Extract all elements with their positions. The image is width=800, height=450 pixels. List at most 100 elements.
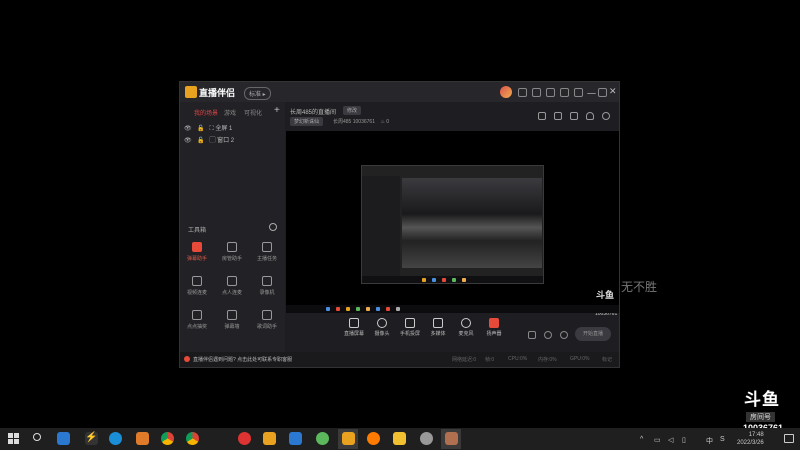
message-icon[interactable] (532, 88, 541, 97)
chrome-icon[interactable] (186, 432, 199, 445)
tool-video-link[interactable]: 视频连麦 (180, 276, 214, 300)
game-icon[interactable] (136, 432, 149, 445)
app-name: 直播伴侣 (199, 88, 236, 98)
search-icon[interactable] (33, 433, 41, 441)
douyu-live-icon[interactable] (445, 432, 458, 445)
add-scene-button[interactable]: + (274, 105, 280, 116)
mail-icon[interactable] (57, 432, 70, 445)
stream-preview[interactable]: 斗鱼 10036761 (286, 131, 619, 317)
tray-arrow-icon[interactable]: ^ (640, 436, 643, 443)
media-button[interactable]: 多媒体 (425, 318, 451, 337)
windows-start-icon[interactable] (8, 433, 20, 445)
nested-preview-image (361, 165, 544, 284)
status-bar: 直播伴侣遇到问题? 点击此处可联系专职客服 网络延迟:0 帧:0 CPU:0% … (180, 352, 619, 367)
menu-icon[interactable] (574, 88, 583, 97)
tool-anchor-task[interactable]: 主播任务 (250, 242, 284, 266)
close-icon[interactable]: ✕ (609, 86, 617, 97)
tab-games[interactable]: 游戏 (224, 108, 236, 117)
battery-icon[interactable]: ▯ (682, 436, 686, 444)
bell-icon[interactable] (586, 112, 594, 120)
notes-icon[interactable] (393, 432, 406, 445)
edit-icon[interactable] (289, 432, 302, 445)
fans-icon: ♨ (380, 119, 385, 125)
app-window: 直播伴侣 标准 ▸ ✕ 我的场景 游戏 可视化 + 👁 🔓 ⛶ 全屏 1 👁 🔓… (179, 81, 620, 368)
tab-visual[interactable]: 可视化 (244, 108, 262, 117)
stat-memory: 内存:0% (538, 357, 557, 363)
record-icon[interactable] (528, 331, 536, 339)
screen-icon (349, 318, 359, 328)
app-logo-icon (185, 86, 197, 98)
tool-point-link[interactable]: 点人连麦 (215, 276, 249, 300)
todo-icon[interactable] (316, 432, 329, 445)
eye-icon[interactable]: 👁 (184, 126, 192, 132)
notification-icon[interactable] (784, 434, 794, 443)
room-title: 长周485的直播间 (290, 110, 337, 116)
windows-taskbar: ⚡ ^ ▭ ◁ ▯ 中 S 17:48 2022/3/26 (0, 428, 800, 450)
weibo-icon[interactable] (238, 432, 251, 445)
edge-icon[interactable] (109, 432, 122, 445)
copy-icon[interactable] (554, 112, 562, 120)
danmaku-icon (192, 242, 202, 252)
douyu-icon[interactable] (342, 432, 355, 445)
toolbox-title: 工具箱 (188, 228, 207, 234)
scene-row[interactable]: 👁 🔓 ⛶ 全屏 1 (184, 123, 232, 133)
category-badge[interactable]: 梦幻新诛仙 (290, 117, 324, 126)
version-badge[interactable]: 标准 ▸ (244, 87, 271, 100)
scene-row[interactable]: 👁 🔓 ▢ 窗口 2 (184, 135, 234, 144)
support-link[interactable]: 直播伴侣遇到问题? 点击此处可联系专职客服 (193, 356, 292, 363)
settings-icon[interactable] (560, 331, 568, 339)
lock-icon[interactable]: 🔓 (197, 126, 204, 132)
minimize-icon[interactable] (587, 93, 596, 95)
tab-my-scenes[interactable]: 我的场景 (194, 108, 218, 117)
eye-icon[interactable]: 👁 (184, 138, 192, 144)
edit-title-button[interactable]: 修改 (343, 106, 362, 115)
fans-count: 0 (386, 119, 390, 125)
avatar[interactable] (500, 86, 512, 98)
speaker-button[interactable]: 扬声器 (481, 318, 507, 337)
network-icon[interactable]: ▭ (654, 436, 661, 444)
title-bar: 直播伴侣 标准 ▸ ✕ (180, 82, 619, 102)
tool-room-manager[interactable]: 房管助手 (215, 242, 249, 266)
webcam-button[interactable]: 摄像头 (369, 318, 395, 337)
shirt-icon[interactable] (560, 88, 569, 97)
gift-icon[interactable] (538, 112, 546, 120)
clock-time: 17:48 (748, 432, 764, 438)
share-icon[interactable] (602, 112, 610, 120)
lyrics-icon (262, 310, 272, 320)
ime-language[interactable]: 中 (706, 436, 713, 446)
video-icon[interactable] (263, 432, 276, 445)
live-screen-button[interactable]: 直播屏幕 (341, 318, 367, 337)
photo-icon[interactable] (420, 432, 433, 445)
clock[interactable]: 17:48 2022/3/26 (737, 431, 764, 447)
barrage-wall-icon (227, 310, 237, 320)
scene-label: 全屏 1 (215, 126, 233, 132)
toolbox-toggle-icon[interactable] (269, 223, 277, 231)
tool-lottery[interactable]: 点点抽奖 (180, 310, 214, 334)
microphone-button[interactable]: 麦克风 (453, 318, 479, 337)
start-live-button[interactable]: 开始直播 (575, 327, 611, 341)
phone-cast-button[interactable]: 手机投屏 (397, 318, 423, 337)
chrome-icon[interactable] (161, 432, 174, 445)
scene-panel: 我的场景 游戏 可视化 + 👁 🔓 ⛶ 全屏 1 👁 🔓 ▢ 窗口 2 工具箱 … (180, 102, 285, 352)
microphone-icon (461, 318, 471, 328)
tool-barrage-wall[interactable]: 弹幕墙 (215, 310, 249, 334)
eye-icon[interactable] (544, 331, 552, 339)
scene-label: 窗口 2 (217, 138, 235, 144)
watermark-label: 房间号 (746, 412, 775, 422)
ime-icon[interactable]: S (720, 436, 725, 443)
tool-danmaku[interactable]: 弹幕助手 (180, 242, 214, 266)
stat-latency: 网络延迟:0 (452, 357, 477, 363)
background-text: 无不胜 (621, 280, 658, 294)
gift-icon[interactable] (546, 88, 555, 97)
skin-icon[interactable] (518, 88, 527, 97)
lock-icon[interactable]: 🔓 (197, 138, 204, 144)
tool-lyrics[interactable]: 歌词助手 (250, 310, 284, 334)
media-icon (433, 318, 443, 328)
lock-icon[interactable] (570, 112, 578, 120)
maximize-icon[interactable] (598, 88, 607, 97)
volume-icon[interactable]: ◁ (668, 436, 673, 444)
firefox-icon[interactable] (367, 432, 380, 445)
camera-link-icon (192, 276, 202, 286)
tool-recorder[interactable]: 录像机 (250, 276, 284, 300)
sword-app-icon[interactable]: ⚡ (85, 432, 98, 445)
